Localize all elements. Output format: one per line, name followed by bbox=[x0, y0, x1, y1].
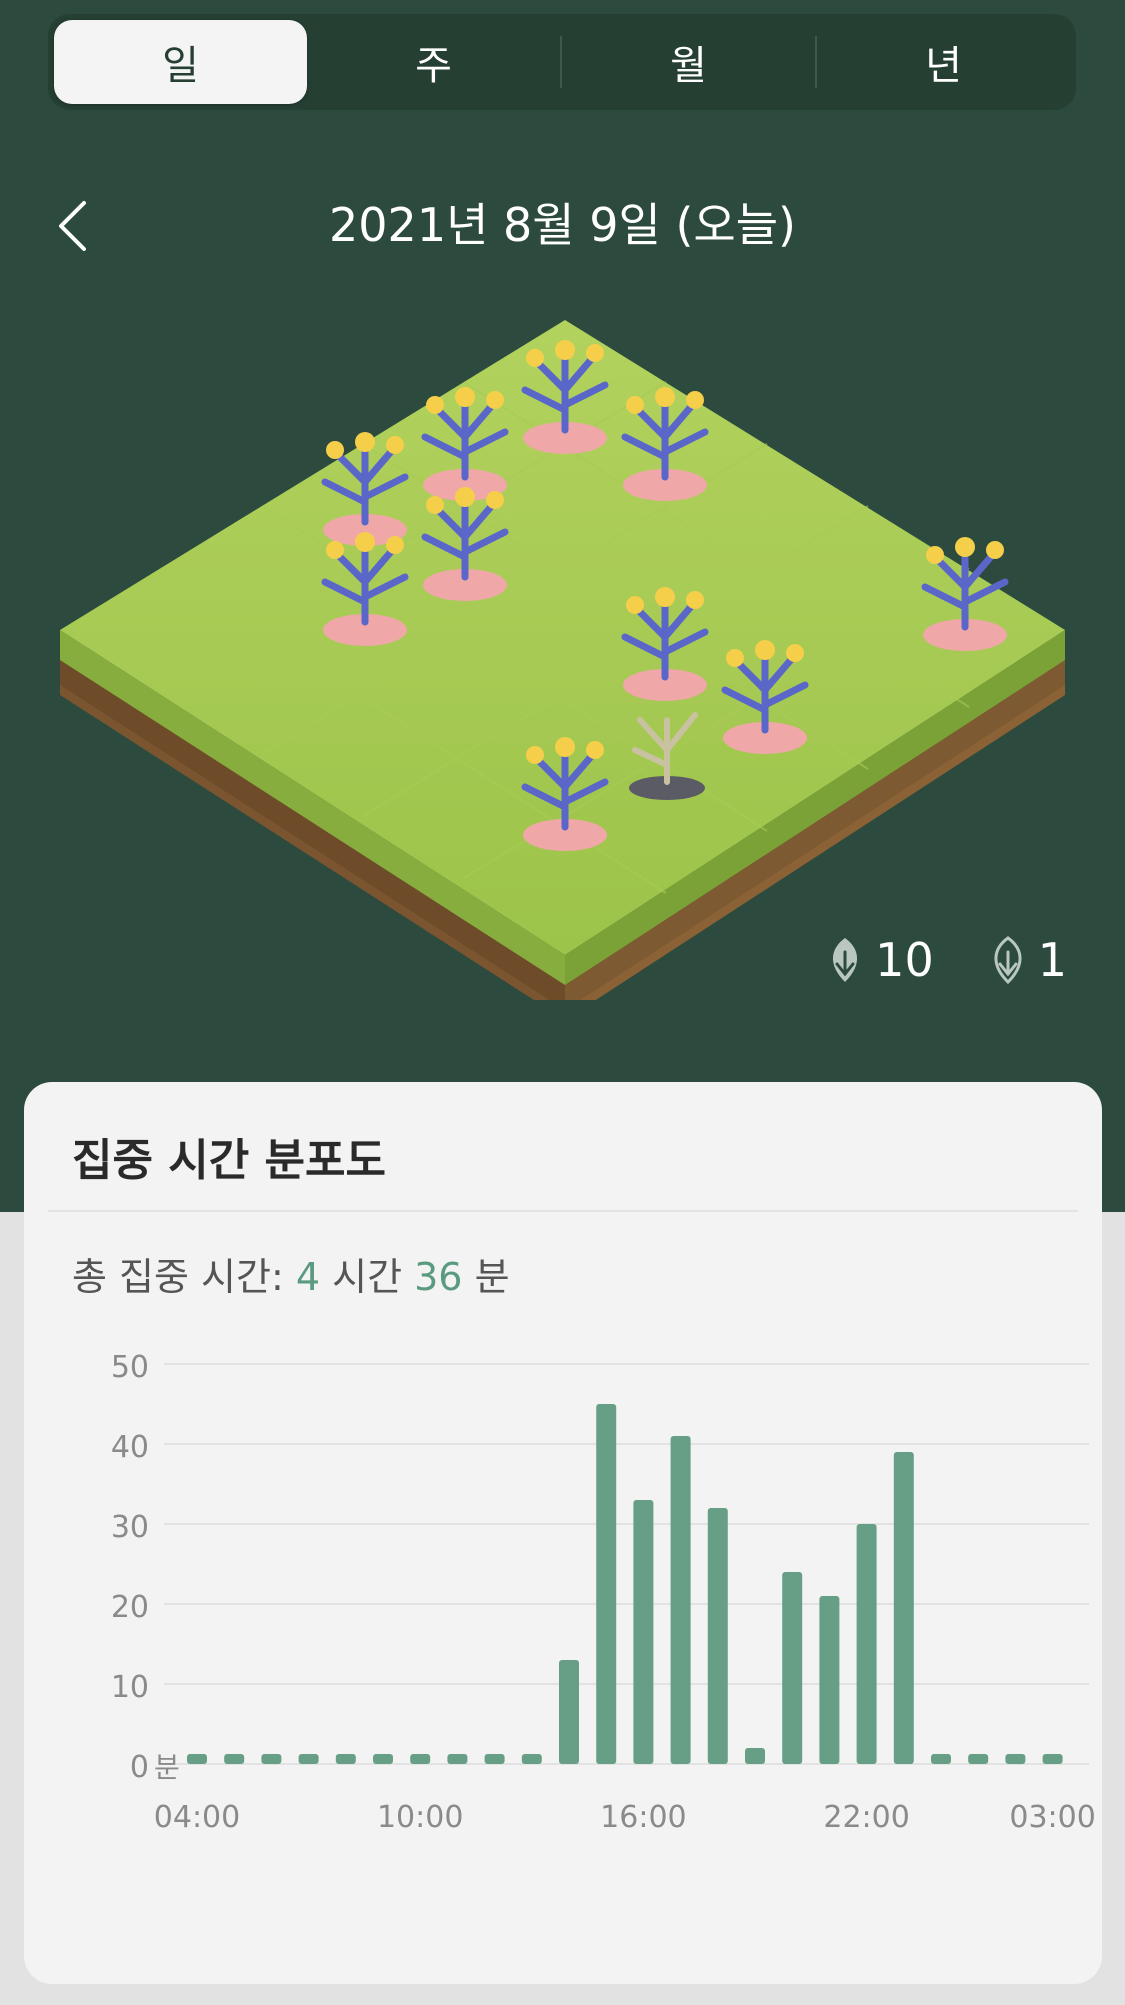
period-segmented-control: 일 주 월 년 bbox=[48, 14, 1076, 110]
x-tick-label: 10:00 bbox=[377, 1800, 463, 1835]
y-tick-label: 0 bbox=[130, 1750, 149, 1785]
chart-bar bbox=[298, 1754, 319, 1764]
healthy-tree-count: 10 bbox=[825, 933, 934, 987]
chart-bar bbox=[819, 1596, 840, 1764]
chart-bar bbox=[484, 1754, 505, 1764]
focus-distribution-card: 집중 시간 분포도 총 집중 시간: 4 시간 36 분 0 10 20 30 40 50… bbox=[24, 1082, 1102, 1984]
hours-unit: 시간 bbox=[320, 1255, 415, 1299]
tab-day[interactable]: 일 bbox=[54, 20, 307, 104]
y-tick-label: 40 bbox=[111, 1430, 149, 1465]
chart-bar bbox=[447, 1754, 468, 1764]
total-minutes: 36 bbox=[414, 1255, 463, 1299]
chart-bar bbox=[968, 1754, 989, 1764]
tab-year[interactable]: 년 bbox=[817, 20, 1070, 104]
tab-month[interactable]: 월 bbox=[562, 20, 815, 104]
tree-counts: 10 1 bbox=[825, 930, 1067, 990]
chart-bar bbox=[521, 1754, 542, 1764]
y-tick-label: 10 bbox=[111, 1670, 149, 1705]
chart-bar bbox=[559, 1660, 579, 1764]
y-unit-label: 분 bbox=[154, 1751, 180, 1784]
total-hours: 4 bbox=[295, 1255, 321, 1299]
chart-bar bbox=[856, 1524, 877, 1764]
healthy-count-value: 10 bbox=[875, 933, 934, 987]
x-tick-label: 03:00 bbox=[1009, 1800, 1094, 1835]
card-title: 집중 시간 분포도 bbox=[72, 1135, 386, 1186]
y-tick-label: 30 bbox=[111, 1510, 149, 1545]
chart-bar bbox=[187, 1754, 207, 1764]
chart-bar bbox=[1005, 1754, 1026, 1764]
y-tick-label: 50 bbox=[111, 1350, 149, 1385]
tab-week[interactable]: 주 bbox=[307, 20, 560, 104]
chart-bar bbox=[670, 1436, 691, 1764]
total-focus-time: 총 집중 시간: 4 시간 36 분 bbox=[72, 1247, 510, 1307]
leaf-outline-icon bbox=[994, 936, 1022, 984]
withered-count-value: 1 bbox=[1037, 933, 1067, 987]
total-label: 총 집중 시간: bbox=[72, 1255, 296, 1299]
chart-bar bbox=[261, 1754, 282, 1764]
withered-tree-count: 1 bbox=[988, 933, 1067, 987]
chart-bar bbox=[373, 1754, 393, 1764]
chart-bar bbox=[224, 1754, 245, 1764]
chart-bar bbox=[633, 1500, 654, 1764]
chart-bar bbox=[410, 1754, 431, 1764]
x-tick-label: 22:00 bbox=[823, 1800, 909, 1835]
chart-bar bbox=[931, 1754, 951, 1764]
x-tick-label: 16:00 bbox=[600, 1800, 686, 1835]
chart-bar bbox=[335, 1754, 356, 1764]
date-title: 2021년 8월 9일 (오늘) bbox=[329, 198, 796, 252]
divider bbox=[48, 1210, 1078, 1212]
chart-bar bbox=[745, 1748, 765, 1764]
minutes-unit: 분 bbox=[462, 1255, 510, 1299]
chart-bar bbox=[893, 1452, 914, 1764]
x-tick-label: 04:00 bbox=[154, 1800, 240, 1835]
focus-time-bar-chart: 0 10 20 30 40 50 분 04:00 10:00 16:00 22:00 03:00 bbox=[111, 1350, 1094, 1835]
chart-bar bbox=[1042, 1754, 1063, 1764]
chart-bar bbox=[596, 1404, 617, 1764]
forest-garden-illustration bbox=[60, 320, 1065, 1000]
chart-bar bbox=[707, 1508, 728, 1764]
leaf-icon bbox=[833, 938, 858, 982]
y-tick-label: 20 bbox=[111, 1590, 149, 1625]
chart-bar bbox=[782, 1572, 803, 1764]
